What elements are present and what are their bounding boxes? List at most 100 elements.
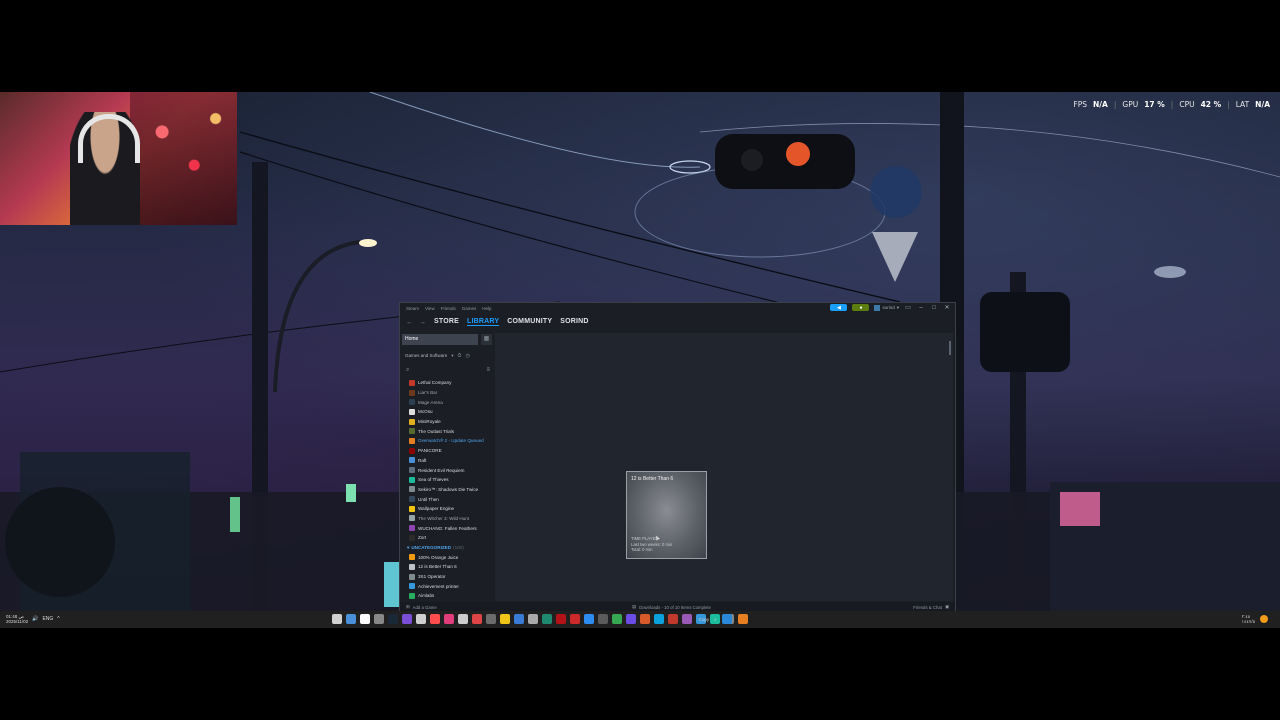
taskbar-app-icon[interactable]: [472, 614, 482, 624]
taskbar-app-icon[interactable]: [556, 614, 566, 624]
section-header-uncategorized[interactable]: ▾ UNCATEGORIZED (100): [402, 543, 494, 553]
game-name: Wallpaper Engine: [418, 506, 455, 512]
game-list-item[interactable]: Liar's Bar: [402, 388, 494, 398]
game-list-item[interactable]: Lethal Company: [402, 378, 494, 388]
taskbar-app-icon[interactable]: [374, 614, 384, 624]
grid-view-icon[interactable]: ▦: [481, 334, 492, 345]
tab-store[interactable]: STORE: [434, 318, 459, 326]
big-picture-icon[interactable]: ▭: [904, 304, 912, 311]
game-list-item[interactable]: WUCHANG: Fallen Feathers: [402, 523, 494, 533]
nav-tabs: STORE LIBRARY COMMUNITY SORIND: [434, 318, 589, 326]
menu-item-help[interactable]: Help: [482, 306, 491, 311]
taskbar-app-icon[interactable]: [528, 614, 538, 624]
game-list-item[interactable]: The Outlast Trials: [402, 426, 494, 436]
filter-icon[interactable]: ≡: [486, 367, 490, 373]
menu-item-view[interactable]: View: [425, 306, 435, 311]
taskbar-app-icon[interactable]: [430, 614, 440, 624]
downloads-status[interactable]: ▤ Downloads - 10 of 10 Items Complete: [632, 604, 711, 610]
minimize-button[interactable]: –: [917, 305, 925, 311]
game-list-item[interactable]: The Witcher 3: Wild Hunt: [402, 514, 494, 524]
recent-clock-icon[interactable]: ⏱: [458, 353, 462, 359]
menu-item-friends[interactable]: Friends: [441, 306, 456, 311]
game-list-item[interactable]: 3S1 Operator: [402, 572, 494, 582]
game-card-stats: TIME PLAYED Last two weeks: 0 min Total:…: [631, 536, 672, 553]
game-list-item[interactable]: Overwatch® 2 - Update Queued: [402, 436, 494, 446]
taskbar-app-icon[interactable]: [654, 614, 664, 624]
search-icon[interactable]: ⌕: [714, 617, 717, 622]
taskbar-app-icon[interactable]: [682, 614, 692, 624]
username: sorind: [882, 305, 895, 310]
menu-item-steam[interactable]: Steam: [406, 306, 419, 311]
broadcast-icon[interactable]: ◀: [830, 304, 848, 311]
taskbar-app-icon[interactable]: [514, 614, 524, 624]
game-list-item[interactable]: Wallpaper Engine: [402, 504, 494, 514]
downloads-label: Downloads - 10 of 10 Items Complete: [639, 604, 711, 610]
start-button-icon[interactable]: [721, 614, 732, 624]
taskbar-app-icon[interactable]: [486, 614, 496, 624]
taskbar-app-icon[interactable]: [598, 614, 608, 624]
add-game-button[interactable]: ⊞ Add a Game: [400, 604, 437, 610]
taskbar-app-icon[interactable]: [346, 614, 356, 624]
game-list-item[interactable]: Sea of Thieves: [402, 475, 494, 485]
tab-community[interactable]: COMMUNITY: [507, 318, 552, 326]
play-filter-icon[interactable]: ◷: [465, 353, 469, 359]
game-list-item[interactable]: Resident Evil Requiem: [402, 465, 494, 475]
section-count: (100): [453, 545, 464, 551]
back-arrow-icon[interactable]: ←: [406, 319, 413, 326]
game-list-item[interactable]: MiniRoyale: [402, 417, 494, 427]
taskbar-app-icon[interactable]: [458, 614, 468, 624]
taskbar-app-icon[interactable]: [626, 614, 636, 624]
taskbar-app-icon[interactable]: [542, 614, 552, 624]
taskbar-app-icon[interactable]: [668, 614, 678, 624]
game-name: Resident Evil Requiem: [418, 467, 465, 473]
home-button[interactable]: Home: [402, 334, 478, 345]
language-indicator[interactable]: ENG: [42, 616, 53, 622]
taskbar-app-icon[interactable]: [360, 614, 370, 624]
chevron-up-icon[interactable]: ^: [57, 616, 59, 622]
scrollbar[interactable]: [949, 341, 951, 355]
collection-filter[interactable]: Games and Software: [405, 353, 447, 358]
forward-arrow-icon[interactable]: →: [419, 319, 426, 326]
taskbar-clock[interactable]: 01:48 ص 2025/11/02: [6, 614, 28, 624]
game-list-item[interactable]: PANICORE: [402, 446, 494, 456]
game-list-item[interactable]: Until Then: [402, 494, 494, 504]
game-list-item[interactable]: Achievement printer: [402, 581, 494, 591]
friends-chat-button[interactable]: Friends & Chat ▣: [913, 604, 949, 610]
game-list-item[interactable]: 100% Orange Juice: [402, 552, 494, 562]
taskbar-app-icon[interactable]: [444, 614, 454, 624]
game-list-item[interactable]: McOsu: [402, 407, 494, 417]
taskbar-app-icon[interactable]: [612, 614, 622, 624]
taskbar-app-icon[interactable]: [640, 614, 650, 624]
game-name: Mage Arena: [418, 399, 443, 405]
taskbar-app-icon[interactable]: [570, 614, 580, 624]
taskbar-app-icon[interactable]: [332, 614, 342, 624]
game-list-item[interactable]: 12 is Better Than 6: [402, 562, 494, 572]
game-name: McOsu: [418, 409, 433, 415]
close-button[interactable]: ✕: [943, 304, 951, 311]
weather-icon[interactable]: [1260, 615, 1268, 623]
tab-profile[interactable]: SORIND: [560, 318, 588, 326]
chevron-down-icon[interactable]: ▾: [451, 353, 453, 359]
game-name: Liar's Bar: [418, 390, 438, 396]
taskbar-app-icon[interactable]: [388, 614, 398, 624]
library-search[interactable]: ⌕ ≡: [402, 365, 494, 375]
taskbar-app-icon[interactable]: [584, 614, 594, 624]
taskbar-app-icon[interactable]: [500, 614, 510, 624]
volume-icon[interactable]: 🔊: [32, 616, 38, 622]
tray-clock[interactable]: ٢:٤٨ ١٤٤٧/٥: [1242, 614, 1255, 624]
section-label: UNCATEGORIZED: [411, 545, 452, 551]
game-list-item[interactable]: Sekiro™: Shadows Die Twice: [402, 485, 494, 495]
taskbar-search-text[interactable]: Copy: [699, 617, 710, 622]
game-list-item[interactable]: Aimlabs: [402, 591, 494, 601]
taskbar-app-icon[interactable]: [402, 614, 412, 624]
game-list-item[interactable]: Zort: [402, 533, 494, 543]
maximize-button[interactable]: □: [930, 305, 938, 311]
game-card[interactable]: 12 is Better Than 6 TIME PLAYED Last two…: [626, 471, 707, 559]
user-menu[interactable]: sorind ▾: [874, 304, 899, 311]
menu-item-games[interactable]: Games: [462, 306, 477, 311]
notifications-icon[interactable]: ●: [852, 304, 870, 311]
game-list-item[interactable]: Mage Arena: [402, 397, 494, 407]
taskbar-app-icon[interactable]: [416, 614, 426, 624]
game-list-item[interactable]: Raft: [402, 456, 494, 466]
tab-library[interactable]: LIBRARY: [467, 318, 500, 326]
